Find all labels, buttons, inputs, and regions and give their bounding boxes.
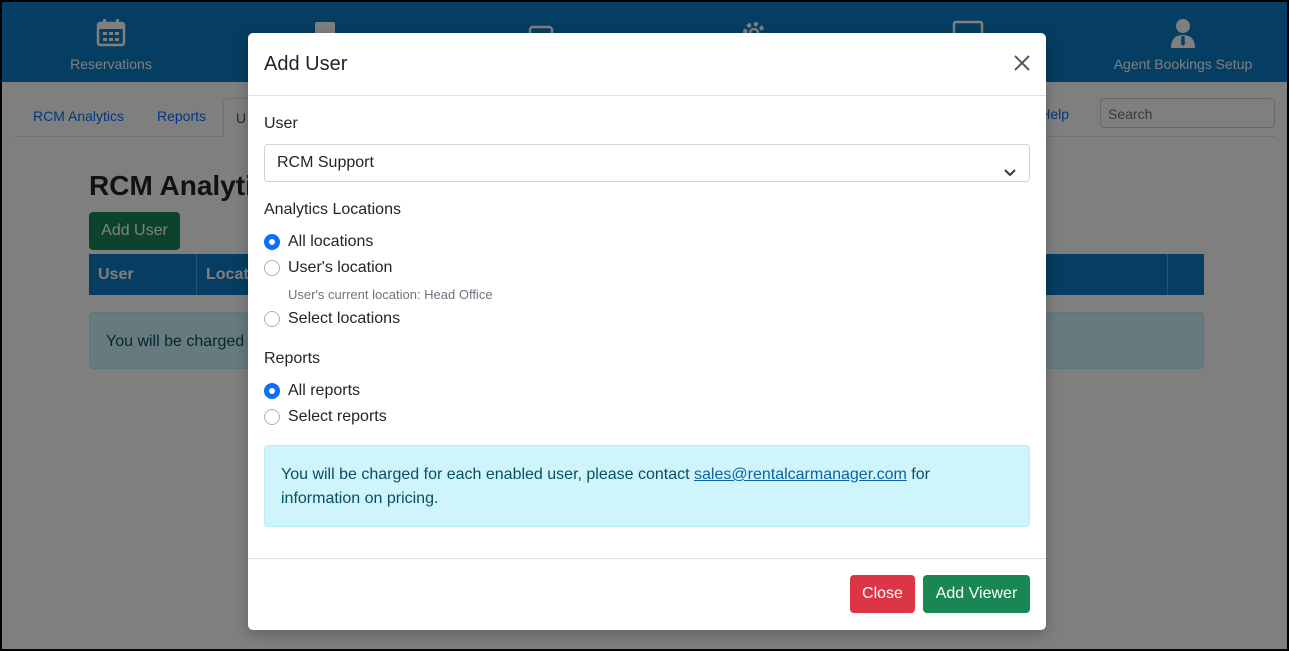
radio-button[interactable] xyxy=(264,260,280,276)
modal-title: Add User xyxy=(264,53,348,75)
close-button[interactable]: Close xyxy=(850,575,915,613)
radio-label: Select locations xyxy=(288,310,401,327)
radio-button-checked[interactable] xyxy=(264,383,280,399)
chevron-down-icon xyxy=(1003,157,1017,177)
radio-users-location[interactable]: User's location xyxy=(264,259,392,277)
radio-button[interactable] xyxy=(264,311,280,327)
reports-label: Reports xyxy=(264,350,321,367)
radio-label: User's location xyxy=(288,259,393,276)
pricing-info-alert: You will be charged for each enabled use… xyxy=(264,445,1030,527)
radio-label: Select reports xyxy=(288,408,387,425)
radio-label: All reports xyxy=(288,382,361,399)
radio-button[interactable] xyxy=(264,409,280,425)
info-text-before: You will be charged for each enabled use… xyxy=(281,466,695,483)
radio-select-reports[interactable]: Select reports xyxy=(264,408,387,426)
radio-button-checked[interactable] xyxy=(264,234,280,250)
radio-all-reports[interactable]: All reports xyxy=(264,382,360,400)
add-user-modal: Add User User RCM Support Analytics Loca… xyxy=(248,33,1046,630)
close-icon[interactable] xyxy=(1012,53,1032,73)
add-viewer-button[interactable]: Add Viewer xyxy=(923,575,1030,613)
analytics-locations-label: Analytics Locations xyxy=(264,201,401,218)
modal-footer: Close Add Viewer xyxy=(248,558,1046,630)
radio-select-locations[interactable]: Select locations xyxy=(264,310,400,328)
current-location-hint: User's current location: Head Office xyxy=(288,287,493,302)
user-select[interactable]: RCM Support xyxy=(264,144,1030,182)
sales-email-link[interactable]: sales@rentalcarmanager.com xyxy=(694,466,907,483)
modal-header: Add User xyxy=(248,33,1046,96)
radio-label: All locations xyxy=(288,233,374,250)
radio-all-locations[interactable]: All locations xyxy=(264,233,373,251)
user-select-value: RCM Support xyxy=(277,154,374,171)
user-label: User xyxy=(264,115,298,132)
